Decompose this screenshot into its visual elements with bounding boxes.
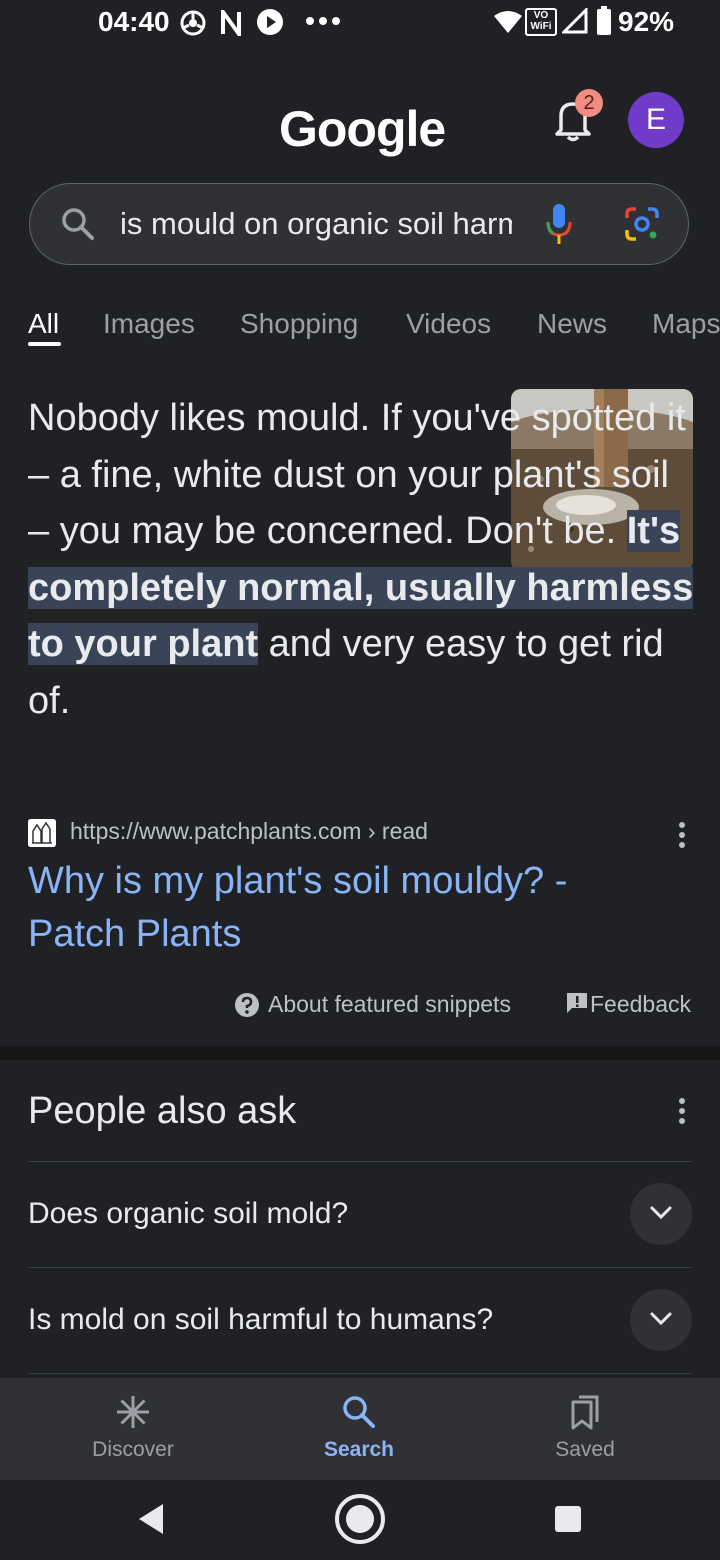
snippet-text: Nobody likes mould. If you've spotted it… [28,390,698,729]
paa-divider [28,1161,692,1162]
search-icon [62,208,94,240]
back-icon[interactable] [136,1502,166,1536]
paa-more-options-icon[interactable] [679,1098,685,1124]
google-lens-icon[interactable] [624,206,660,242]
tab-shopping[interactable]: Shopping [240,308,358,340]
feedback-link[interactable]: Feedback [590,991,691,1018]
status-bar: 04:40 VO WiFi 92% [0,0,720,48]
discover-asterisk-icon [117,1396,149,1428]
recents-icon[interactable] [554,1505,582,1533]
status-time: 04:40 [98,6,170,37]
tab-all[interactable]: All [28,308,59,340]
paa-expand-button[interactable] [630,1183,692,1245]
signal-icon [562,8,588,34]
snippet-text-before: Nobody likes mould. If you've spotted it… [28,397,686,552]
home-icon[interactable] [333,1492,387,1546]
paa-expand-button[interactable] [630,1289,692,1351]
featured-snippet: Nobody likes mould. If you've spotted it… [0,360,720,1046]
saved-bookmark-icon [571,1395,599,1430]
site-favicon-icon [28,819,56,847]
nav-search[interactable]: Search [279,1378,439,1480]
google-logo[interactable]: Google [279,100,446,158]
nav-saved-label: Saved [555,1438,615,1461]
more-dots-icon [306,17,340,25]
nav-search-label: Search [323,1438,395,1461]
vowifi-icon: VO WiFi [525,8,557,36]
search-bar[interactable]: is mould on organic soil harmful [29,183,689,265]
chevron-down-icon [650,1312,672,1326]
search-tabs: All Images Shopping Videos News Maps [0,290,720,360]
source-url[interactable]: https://www.patchplants.com › read [70,818,428,845]
result-title-link[interactable]: Why is my plant's soil mouldy? - Patch P… [28,855,648,961]
chrome-icon [180,10,206,36]
nav-discover-label: Discover [92,1438,174,1461]
wifi-icon [494,11,522,33]
bottom-navigation: Discover Search Saved [0,1378,720,1480]
account-avatar[interactable]: E [628,92,684,148]
people-also-ask-title: People also ask [28,1090,297,1132]
result-more-options-icon[interactable] [679,822,685,848]
feedback-icon [567,993,587,1013]
active-tab-indicator [28,342,61,346]
paa-question[interactable]: Is mold on soil harmful to humans? [28,1303,493,1337]
paa-question[interactable]: Does organic soil mold? [28,1197,348,1231]
system-navigation-bar [0,1480,720,1560]
search-input[interactable]: is mould on organic soil harmful [120,206,512,242]
nav-saved[interactable]: Saved [505,1378,665,1480]
paa-divider [28,1267,692,1268]
tab-news[interactable]: News [537,308,607,340]
nav-discover[interactable]: Discover [53,1378,213,1480]
tab-maps[interactable]: Maps [652,308,720,340]
battery-percent: 92% [618,6,675,37]
about-featured-snippets-link[interactable]: About featured snippets [268,991,511,1018]
section-divider [0,1046,720,1060]
tab-videos[interactable]: Videos [406,308,491,340]
tab-images[interactable]: Images [103,308,195,340]
microphone-icon[interactable] [544,202,574,246]
n-icon [221,10,241,36]
paa-divider [28,1373,692,1374]
help-icon [235,993,259,1017]
chevron-down-icon [650,1206,672,1220]
notification-badge: 2 [575,89,603,117]
battery-icon [597,6,611,35]
search-icon [343,1396,375,1428]
play-icon [257,9,283,35]
